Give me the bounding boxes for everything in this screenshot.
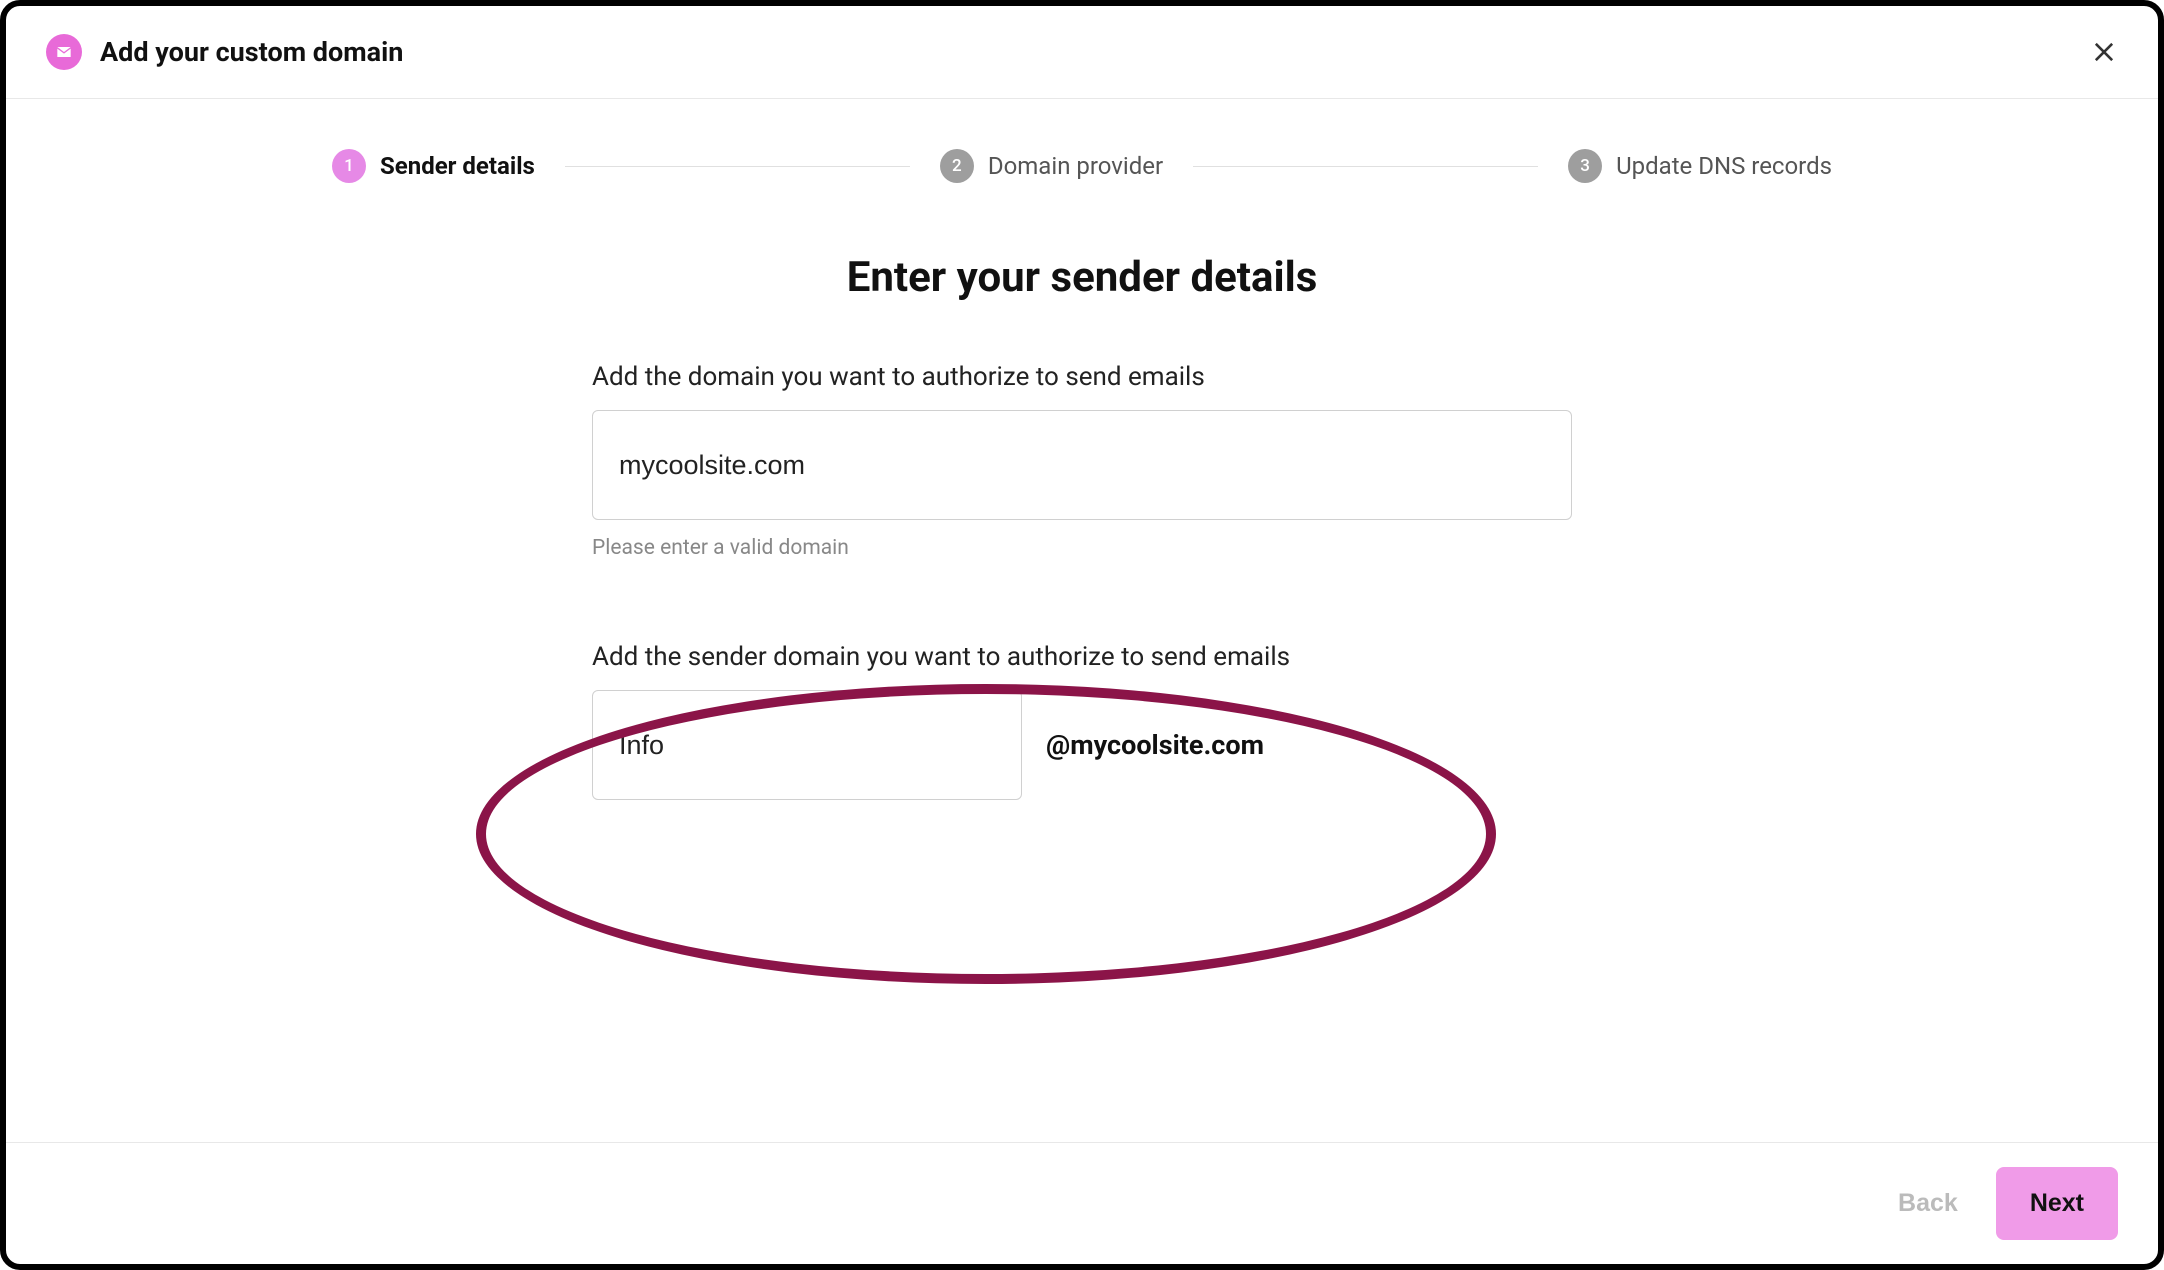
- sender-input[interactable]: [592, 690, 1022, 800]
- sender-field-section: Add the sender domain you want to author…: [592, 642, 1572, 800]
- domain-helper-text: Please enter a valid domain: [592, 536, 1572, 560]
- back-button[interactable]: Back: [1888, 1173, 1968, 1234]
- stepper: 1 Sender details 2 Domain provider 3 Upd…: [232, 149, 1932, 183]
- sender-input-row: @mycoolsite.com: [592, 690, 1572, 800]
- step-label: Update DNS records: [1616, 152, 1832, 180]
- modal-content: 1 Sender details 2 Domain provider 3 Upd…: [6, 99, 2158, 1142]
- step-sender-details[interactable]: 1 Sender details: [332, 149, 535, 183]
- step-number: 3: [1568, 149, 1602, 183]
- logo-icon: [46, 34, 82, 70]
- step-update-dns[interactable]: 3 Update DNS records: [1568, 149, 1832, 183]
- sender-field-label: Add the sender domain you want to author…: [592, 642, 1572, 672]
- sender-domain-suffix: @mycoolsite.com: [1046, 729, 1264, 761]
- step-domain-provider[interactable]: 2 Domain provider: [940, 149, 1163, 183]
- step-label: Domain provider: [988, 152, 1163, 180]
- domain-input[interactable]: [592, 410, 1572, 520]
- modal-header: Add your custom domain: [6, 6, 2158, 99]
- close-button[interactable]: [2090, 38, 2118, 66]
- step-number: 2: [940, 149, 974, 183]
- modal-title: Add your custom domain: [100, 36, 403, 68]
- domain-field-section: Add the domain you want to authorize to …: [592, 362, 1572, 560]
- step-divider: [1193, 166, 1538, 167]
- step-label: Sender details: [380, 152, 535, 180]
- step-number: 1: [332, 149, 366, 183]
- next-button[interactable]: Next: [1996, 1167, 2118, 1240]
- domain-field-label: Add the domain you want to authorize to …: [592, 362, 1572, 392]
- page-heading: Enter your sender details: [847, 253, 1318, 302]
- step-divider: [565, 166, 910, 167]
- modal-footer: Back Next: [6, 1142, 2158, 1264]
